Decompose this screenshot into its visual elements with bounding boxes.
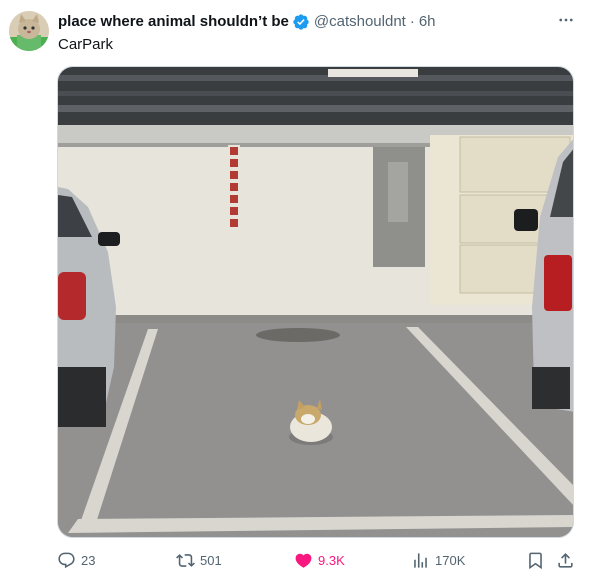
display-name[interactable]: place where animal shouldn’t be: [58, 12, 289, 32]
bookmark-icon: [529, 552, 542, 569]
share-icon: [558, 552, 573, 568]
timestamp[interactable]: 6h: [419, 12, 436, 32]
reply-button[interactable]: 23: [57, 548, 95, 572]
like-button[interactable]: 9.3K: [294, 548, 345, 572]
verified-badge-icon: [292, 13, 310, 31]
views-button[interactable]: 170K: [411, 548, 465, 572]
tweet-header: place where animal shouldn’t be @catshou…: [58, 12, 436, 32]
reply-count: 23: [81, 552, 96, 568]
heart-filled-icon: [295, 553, 312, 568]
repost-button[interactable]: 501: [176, 548, 222, 572]
like-count: 9.3K: [318, 552, 345, 568]
tweet[interactable]: place where animal shouldn’t be @catshou…: [0, 0, 591, 581]
views-chart-icon: [414, 552, 427, 568]
tweet-actions: 23 501 9.3K 170K: [0, 548, 591, 572]
bookmark-button[interactable]: [526, 548, 545, 572]
separator-dot: ·: [409, 13, 415, 30]
repost-count: 501: [200, 552, 222, 568]
tweet-image[interactable]: [57, 66, 574, 538]
view-count: 170K: [435, 552, 466, 568]
reply-icon: [58, 552, 75, 568]
repost-icon: [176, 553, 195, 567]
more-options-icon[interactable]: [556, 10, 576, 30]
avatar[interactable]: [9, 11, 49, 51]
tweet-text: CarPark: [58, 36, 114, 53]
author-handle[interactable]: @catshouldnt: [314, 12, 406, 32]
share-button[interactable]: [556, 548, 575, 572]
